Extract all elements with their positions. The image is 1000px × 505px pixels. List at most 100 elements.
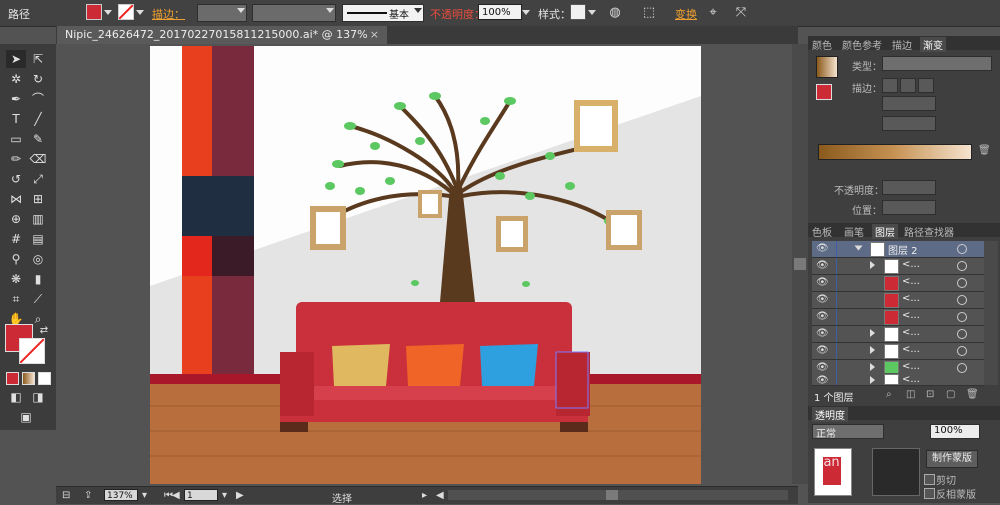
scrollbar-thumb[interactable] — [606, 490, 618, 500]
shape-builder-icon[interactable]: ⊕ — [6, 210, 26, 228]
tab-brushes[interactable]: 画笔 — [844, 224, 864, 239]
line-icon[interactable]: ╱ — [28, 110, 48, 128]
prev-artboard-icon[interactable]: ◀ — [172, 490, 180, 501]
artboard-nav-icon[interactable]: ⊟ — [62, 490, 70, 501]
magic-wand-icon[interactable]: ✲ — [6, 70, 26, 88]
share-icon[interactable]: ⇪ — [84, 490, 92, 501]
stroke-color-box[interactable] — [19, 338, 45, 364]
fill-color-box[interactable] — [816, 84, 832, 100]
tab-color-guide[interactable]: 颜色参考 — [842, 37, 882, 52]
layer-row[interactable]: 👁 <... — [812, 292, 984, 309]
locate-object-icon[interactable]: ⌕ — [886, 389, 892, 400]
target-icon[interactable] — [957, 312, 967, 322]
stroke-gradient-option-3[interactable] — [918, 78, 934, 93]
new-layer-icon[interactable]: ▢ — [946, 389, 955, 400]
align-icon[interactable]: ⬚ — [640, 4, 658, 22]
gradient-mode-icon[interactable] — [22, 372, 35, 385]
transform-link[interactable]: 变换 — [675, 6, 697, 22]
vertical-scrollbar[interactable] — [792, 44, 808, 484]
slice-icon[interactable]: ⟋ — [28, 290, 48, 308]
artboard-number-input[interactable]: 1 — [184, 489, 218, 501]
tab-swatches[interactable]: 色板 — [812, 224, 832, 239]
make-mask-button[interactable]: 制作蒙版 — [926, 450, 978, 468]
stroke-weight-dropdown[interactable] — [197, 4, 247, 22]
expand-icon[interactable] — [870, 376, 875, 384]
eye-icon[interactable]: 👁 — [816, 294, 829, 305]
layer-row[interactable]: 👁 <... — [812, 309, 984, 326]
layer-name[interactable]: <... — [902, 361, 920, 372]
opacity-input[interactable]: 100% — [478, 4, 522, 20]
direct-select-icon[interactable]: ⇱ — [28, 50, 48, 68]
artwork[interactable] — [150, 46, 701, 484]
gradient-type-dropdown[interactable] — [882, 56, 992, 71]
stroke-link[interactable]: 描边： — [152, 6, 185, 22]
expand-icon[interactable] — [870, 363, 875, 371]
draw-normal-icon[interactable]: ◧ — [6, 388, 26, 406]
pen-icon[interactable]: ✒ — [6, 90, 26, 108]
selection-icon[interactable]: ➤ — [6, 50, 26, 68]
fill-swatch[interactable] — [86, 4, 102, 20]
stroke-gradient-option-2[interactable] — [900, 78, 916, 93]
eye-icon[interactable]: 👁 — [816, 345, 829, 356]
next-artboard-icon[interactable]: ▶ — [236, 490, 244, 501]
layer-row-parent[interactable]: 👁 图层 2 — [812, 241, 984, 258]
lasso-icon[interactable]: ↻ — [28, 70, 48, 88]
target-icon[interactable] — [957, 295, 967, 305]
gradient-slider[interactable] — [818, 144, 972, 160]
eye-icon[interactable]: 👁 — [816, 277, 829, 288]
trash-icon[interactable]: 🗑 — [978, 145, 991, 156]
recolor-artwork-icon[interactable]: ◍ — [606, 4, 624, 22]
stroke-gradient-option-1[interactable] — [882, 78, 898, 93]
new-sublayer-icon[interactable]: ⊡ — [926, 389, 934, 400]
target-icon[interactable] — [957, 346, 967, 356]
gradient-aspect-input[interactable] — [882, 116, 936, 131]
clipping-mask-icon[interactable]: ◫ — [906, 389, 915, 400]
layer-name[interactable]: <... — [902, 293, 920, 304]
layer-name[interactable]: <... — [902, 374, 920, 385]
gradient-location-input[interactable] — [882, 200, 936, 215]
mesh-icon[interactable]: # — [6, 230, 26, 248]
sofa[interactable] — [280, 302, 590, 432]
gradient-opacity-input[interactable] — [882, 180, 936, 195]
horizontal-scrollbar[interactable] — [448, 490, 788, 500]
gradient-icon[interactable]: ▤ — [28, 230, 48, 248]
expand-icon[interactable] — [870, 329, 875, 337]
target-icon[interactable] — [957, 244, 967, 254]
scroll-left-icon[interactable]: ◀ — [436, 490, 444, 501]
zoom-level-input[interactable]: 137% — [104, 489, 138, 501]
layer-name[interactable]: <... — [902, 259, 920, 270]
brush-profile-dropdown[interactable]: 基本 — [342, 4, 424, 22]
layer-name[interactable]: 图层 2 — [888, 242, 918, 257]
target-icon[interactable] — [957, 261, 967, 271]
symbol-sprayer-icon[interactable]: ❋ — [6, 270, 26, 288]
trash-icon[interactable]: 🗑 — [966, 389, 979, 400]
eye-icon[interactable]: 👁 — [816, 328, 829, 339]
transform-options-icon[interactable]: ⤧ — [732, 4, 750, 22]
tab-gradient[interactable]: 渐变 — [920, 37, 946, 52]
target-icon[interactable] — [957, 363, 967, 373]
variable-width-dropdown[interactable] — [252, 4, 336, 22]
rectangle-icon[interactable]: ▭ — [6, 130, 26, 148]
wall-pattern-strip[interactable] — [182, 46, 254, 374]
type-icon[interactable]: T — [6, 110, 26, 128]
eye-icon[interactable]: 👁 — [816, 311, 829, 322]
draw-behind-icon[interactable]: ◨ — [28, 388, 48, 406]
column-graph-icon[interactable]: ▮ — [28, 270, 48, 288]
layer-row[interactable]: 👁 <... — [812, 326, 984, 343]
chevron-down-icon[interactable] — [136, 10, 144, 15]
layer-row[interactable]: 👁 <... — [812, 343, 984, 360]
chevron-down-icon[interactable] — [588, 10, 596, 15]
target-icon[interactable] — [957, 278, 967, 288]
gradient-angle-input[interactable] — [882, 96, 936, 111]
expand-icon[interactable] — [870, 346, 875, 354]
width-icon[interactable]: ⋈ — [6, 190, 26, 208]
invert-mask-checkbox[interactable] — [924, 488, 935, 499]
eye-icon[interactable]: 👁 — [816, 375, 829, 386]
chevron-down-icon[interactable]: ▾ — [142, 490, 147, 501]
pencil-icon[interactable]: ✏ — [6, 150, 26, 168]
stroke-swatch[interactable] — [118, 4, 134, 20]
graphic-style-swatch[interactable] — [570, 4, 586, 20]
none-mode-icon[interactable] — [38, 372, 51, 385]
target-icon[interactable] — [957, 329, 967, 339]
curvature-icon[interactable]: ⌒ — [28, 90, 48, 108]
